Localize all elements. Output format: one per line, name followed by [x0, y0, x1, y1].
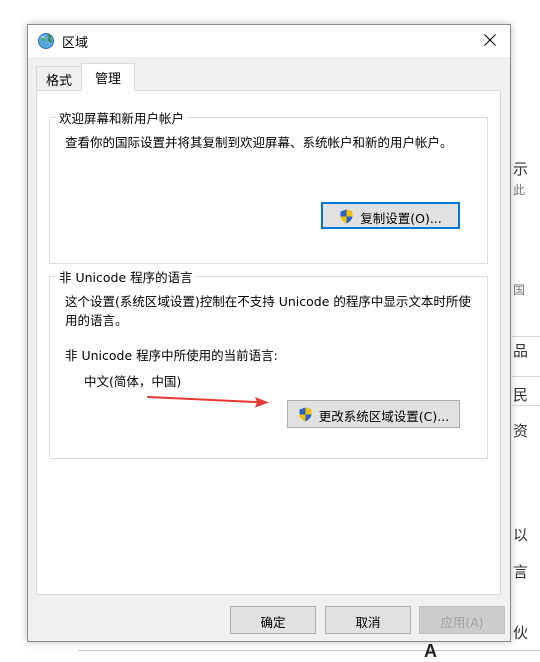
apply-button[interactable]: 应用(A) — [419, 606, 505, 634]
uac-shield-icon — [339, 209, 354, 224]
welcome-description: 查看你的国际设置并将其复制到欢迎屏幕、系统帐户和新的用户帐户。 — [65, 135, 453, 150]
window-title: 区域 — [62, 36, 89, 51]
description-line: 用的语言。 — [65, 313, 128, 328]
annotation-arrow-icon — [147, 396, 269, 408]
welcome-screen-group: 欢迎屏幕和新用户帐户 查看你的国际设置并将其复制到欢迎屏幕、系统帐户和新的用户帐… — [49, 108, 488, 264]
ok-button[interactable]: 确定 — [230, 606, 316, 634]
group-legend: 非 Unicode 程序的语言 — [56, 267, 196, 286]
title-bar[interactable]: 区域 — [28, 25, 510, 57]
background-text-fragment: 伙 — [513, 624, 529, 642]
background-text-fragment: 资 — [513, 422, 529, 440]
uac-shield-icon — [298, 407, 313, 422]
background-divider — [512, 336, 540, 337]
background-text-fragment: 言 — [513, 563, 529, 581]
non-unicode-description: 这个设置(系统区域设置)控制在不支持 Unicode 的程序中显示文本时所使 用… — [65, 292, 480, 330]
cancel-button[interactable]: 取消 — [325, 606, 411, 634]
region-dialog: 区域 格式 管理 欢迎屏幕和新用户帐户 查看你的国际设置并将其复制到欢迎屏幕、系… — [27, 24, 511, 642]
background-text-fragment: 此 — [513, 183, 526, 197]
background-divider — [512, 376, 540, 377]
background-divider — [512, 405, 540, 406]
close-icon — [484, 34, 496, 46]
background-text-fragment: 民 — [513, 386, 529, 404]
close-button[interactable] — [470, 25, 510, 55]
current-language-label: 非 Unicode 程序中所使用的当前语言: — [65, 348, 278, 363]
background-text-fragment: 品 — [513, 342, 529, 360]
description-line: 这个设置(系统区域设置)控制在不支持 Unicode 的程序中显示文本时所使 — [65, 294, 471, 309]
change-system-locale-label: 更改系统区域设置(C)... — [318, 409, 450, 424]
background-text-fragment: 以 — [513, 526, 529, 544]
change-system-locale-button[interactable]: 更改系统区域设置(C)... — [287, 400, 460, 428]
tab-format[interactable]: 格式 — [36, 66, 82, 89]
copy-settings-label: 复制设置(O)... — [360, 211, 442, 226]
group-legend: 欢迎屏幕和新用户帐户 — [56, 108, 188, 127]
background-text-fragment: 示 — [513, 160, 529, 178]
non-unicode-language-group: 非 Unicode 程序的语言 这个设置(系统区域设置)控制在不支持 Unico… — [49, 267, 488, 459]
current-language-value: 中文(简体，中国) — [84, 374, 182, 389]
background-letter: A — [424, 641, 437, 661]
background-text-fragment: 国 — [513, 283, 526, 297]
tab-administrative[interactable]: 管理 — [81, 63, 135, 91]
administrative-tab-panel: 欢迎屏幕和新用户帐户 查看你的国际设置并将其复制到欢迎屏幕、系统帐户和新的用户帐… — [36, 90, 501, 595]
background-divider — [78, 650, 540, 651]
copy-settings-button[interactable]: 复制设置(O)... — [321, 202, 460, 229]
globe-icon — [37, 32, 55, 50]
